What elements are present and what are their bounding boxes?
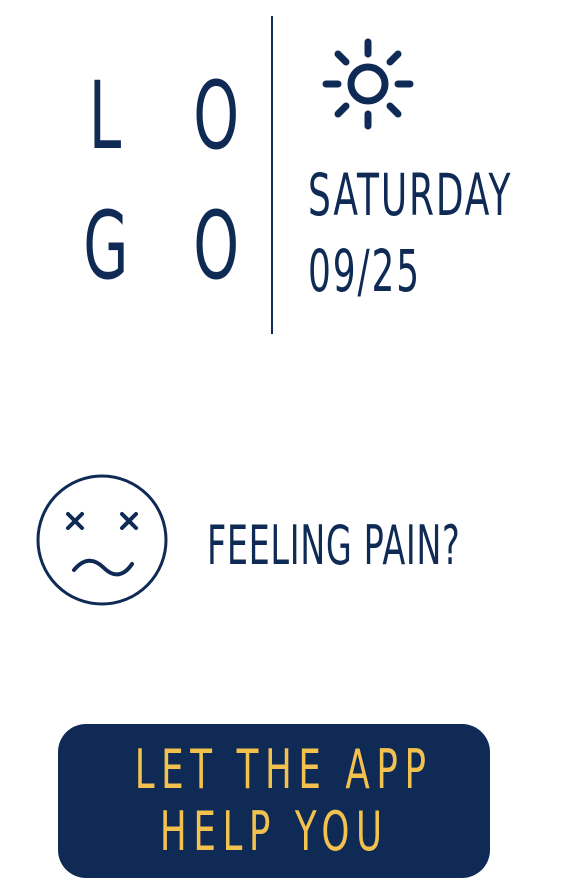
day-label: SATURDAY xyxy=(308,161,513,229)
cta-text: HELP YOU xyxy=(159,800,389,863)
dizzy-face-icon xyxy=(36,474,168,606)
vertical-divider xyxy=(271,16,273,334)
cta-line-2: HELP YOU xyxy=(58,802,490,862)
cta-line-1: LET THE APP xyxy=(58,740,490,800)
pain-question: FEELING PAIN? xyxy=(207,514,461,577)
date-label: 09/25 xyxy=(308,237,421,305)
logo: L O G O xyxy=(70,62,260,302)
sun-icon xyxy=(322,38,414,130)
logo-letter: G xyxy=(83,192,129,301)
cta-text: LET THE APP xyxy=(134,738,433,801)
logo-letter: L xyxy=(88,62,122,171)
logo-letter: O xyxy=(193,192,240,301)
logo-letter: O xyxy=(193,62,240,171)
help-cta-button[interactable]: LET THE APP HELP YOU xyxy=(58,724,490,878)
